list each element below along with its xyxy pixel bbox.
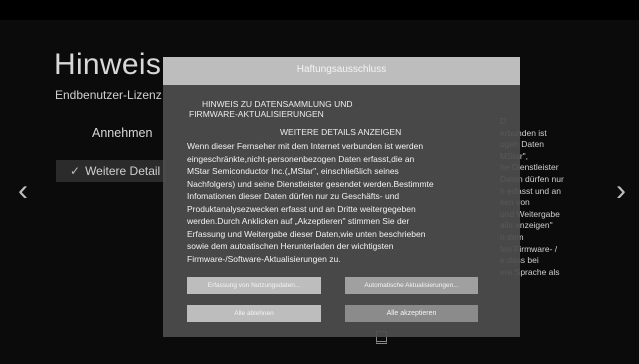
body-line: werden.Durch Anklicken auf „Akzeptieren"… [187,216,410,226]
background-subtitle: Endbenutzer-Lizenz [55,88,162,102]
chevron-right-icon[interactable]: › [616,176,626,206]
reject-all-button[interactable]: Alle ablehnen [187,305,321,322]
background-more-details-button[interactable]: ✓ Weitere Detail [56,160,166,182]
body-line: Nachfolgers) und seine Dienstleister ges… [187,178,434,189]
body-line: sowie dem autoatischen Herunterladen der… [187,241,394,251]
body-line: MStar Semiconductor Inc.(„MStar", einsch… [187,166,399,176]
body-line: Produktanalysezwecken erfasst und an Dri… [187,203,416,214]
dialog-title: Haftungsausschluss [296,64,387,75]
notice-heading-line1: HINWEIS ZU DATENSAMMLUNG UND [202,99,353,109]
chevron-left-icon[interactable]: ‹ [18,176,28,206]
tv-screen: Hinweis z Endbenutzer-Lizenz Annehmen ✓ W… [0,0,639,364]
body-line: Infomationen dieser Daten dürfen nur zu … [187,191,400,201]
notice-heading-line2: FIRMWARE-AKTUALISIERUNGEN [189,109,324,119]
auto-updates-button[interactable]: Automatische Aktualisierungen... [345,277,478,294]
body-line: Erfassung und Weitergabe dieser Daten,wi… [187,228,426,239]
show-more-details-link[interactable]: WEITERE DETAILS ANZEIGEN [280,127,401,137]
accept-all-button[interactable]: Alle akzeptieren [345,305,478,322]
disclaimer-dialog: Haftungsausschluss HINWEIS ZU DATENSAMML… [163,57,520,337]
background-accept-button[interactable]: Annehmen [92,126,152,140]
body-line: eingeschränkte,nicht-personenbezogen Dat… [187,153,415,164]
body-line: Wenn dieser Fernseher mit dem Internet v… [187,141,424,151]
check-icon: ✓ [70,164,81,178]
more-details-label: Weitere Detail [85,164,161,178]
top-bar [0,0,639,20]
data-collection-button[interactable]: Erfassung von Nutzungsdaten... [187,277,321,294]
body-line: Firmware-/Software-Aktualisierungen zu. [187,253,341,264]
disclaimer-body: Wenn dieser Fernseher mit dem Internet v… [187,140,507,265]
